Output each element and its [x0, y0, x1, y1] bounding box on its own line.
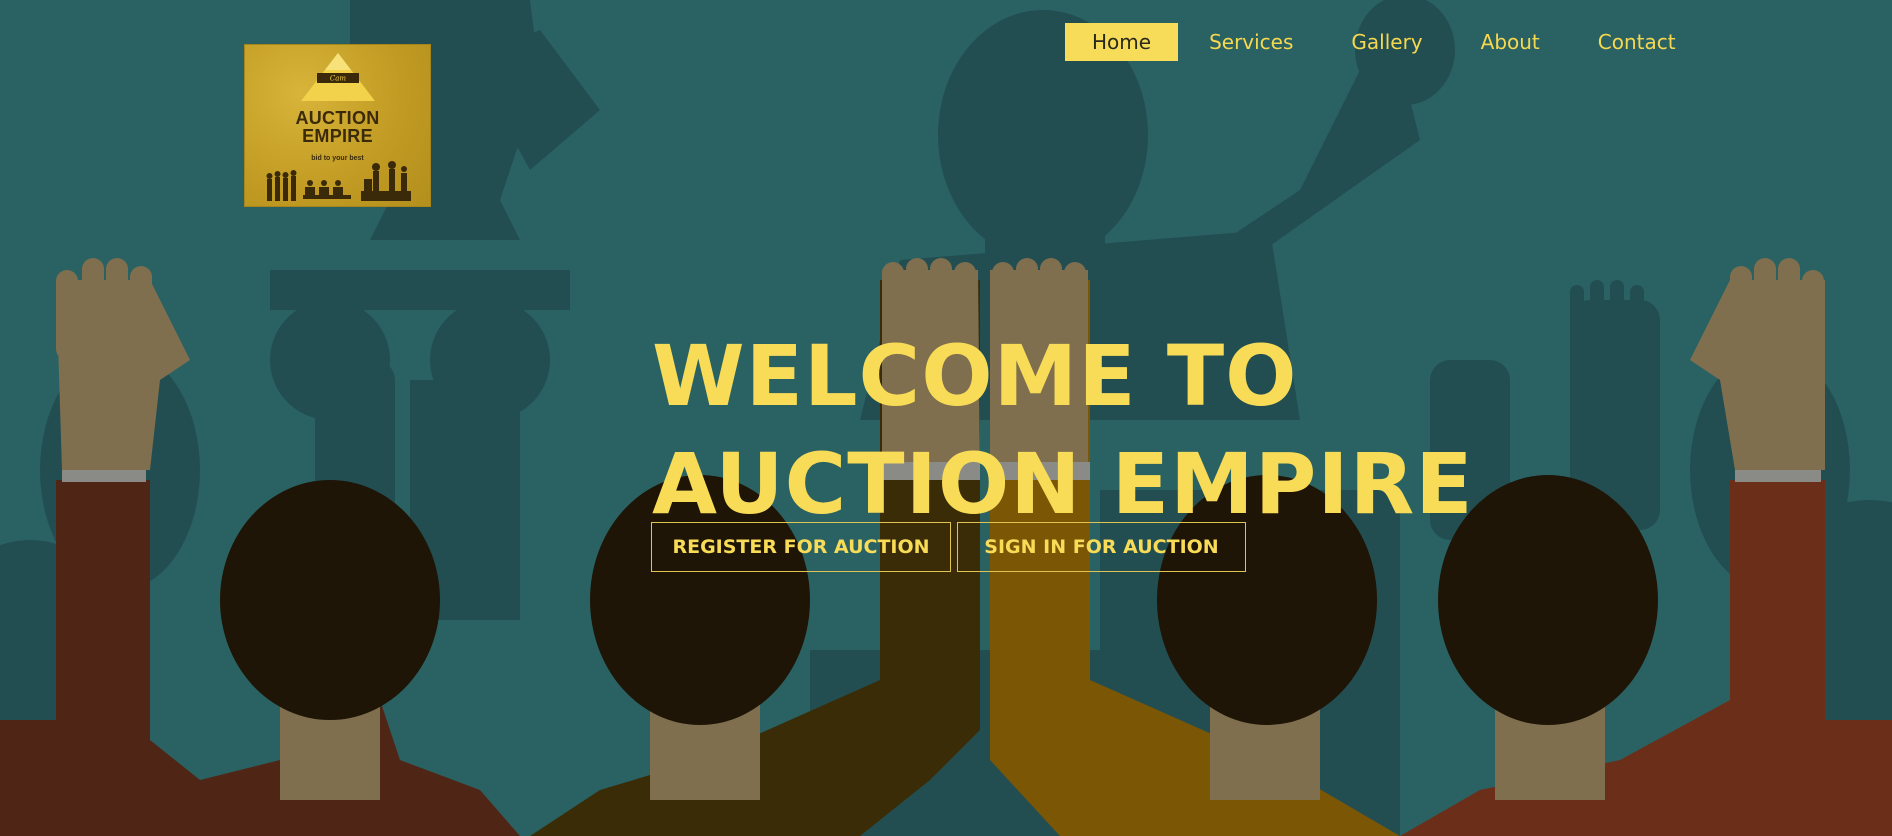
- hero-headline-line1: WELCOME TO: [652, 327, 1298, 425]
- nav-gallery[interactable]: Gallery: [1324, 23, 1449, 61]
- sign-in-for-auction-button[interactable]: SIGN IN FOR AUCTION: [957, 522, 1246, 572]
- logo-title-line2: EMPIRE: [302, 126, 373, 146]
- hero-headline: WELCOME TO AUCTION EMPIRE: [652, 322, 1474, 538]
- main-nav: Home Services Gallery About Contact: [1065, 23, 1707, 61]
- pyramid-emblem-icon: Cam: [301, 53, 375, 101]
- nav-services[interactable]: Services: [1182, 23, 1320, 61]
- nav-about[interactable]: About: [1454, 23, 1567, 61]
- site-logo[interactable]: Cam AUCTION EMPIRE bid to your best: [244, 44, 431, 207]
- logo-script-text: Cam: [330, 75, 347, 83]
- register-for-auction-button[interactable]: REGISTER FOR AUCTION: [651, 522, 951, 572]
- nav-home[interactable]: Home: [1065, 23, 1179, 61]
- crowd-silhouette-icon: [266, 161, 411, 201]
- logo-title-line1: AUCTION: [295, 108, 380, 128]
- nav-contact[interactable]: Contact: [1571, 23, 1703, 61]
- logo-title: AUCTION EMPIRE: [245, 109, 430, 145]
